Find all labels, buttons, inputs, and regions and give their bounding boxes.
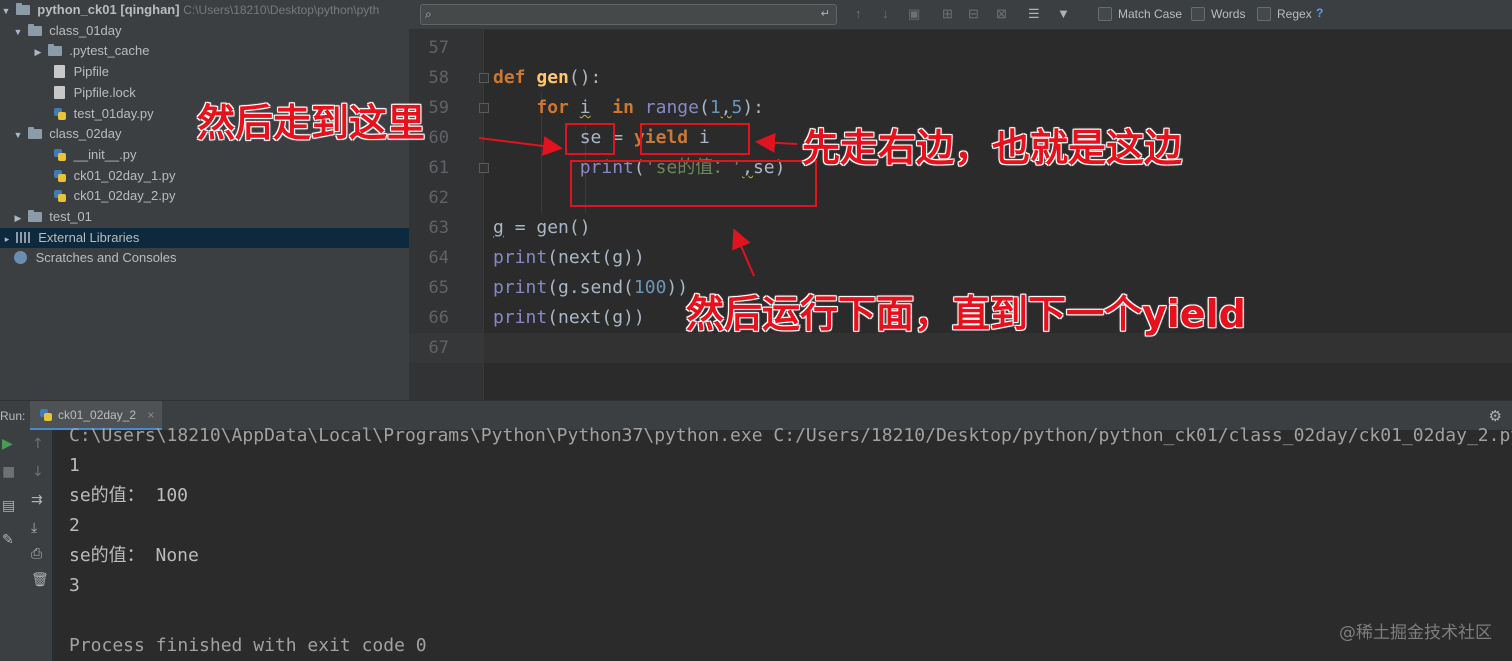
layout-icon[interactable]: ▤ [2, 498, 15, 514]
rerun-icon[interactable]: ▶ [2, 436, 13, 452]
pin-icon[interactable]: ✎ [2, 532, 14, 548]
regex-checkbox[interactable] [1257, 7, 1271, 21]
chevron-down-icon[interactable]: ▼ [0, 1, 12, 21]
python-file-icon [54, 149, 66, 161]
code-editor[interactable]: 57 58 59 60 61 62 63 64 65 66 67 def gen… [409, 30, 1512, 400]
tree-item-label: test_01day.py [73, 106, 154, 121]
tree-item-external-libraries[interactable]: ▸ External Libraries [0, 228, 409, 248]
arrow-up-icon[interactable]: ↑ [32, 436, 44, 452]
trash-icon[interactable]: 🗑 [31, 572, 49, 588]
tree-item-label: test_01 [49, 209, 92, 224]
chevron-down-icon[interactable]: ▼ [12, 125, 24, 145]
annotation-run-below: 然后运行下面，直到下一个yield [686, 292, 1246, 336]
annotation-right-first: 先走右边，也就是这边 [802, 126, 1183, 170]
tree-item-label: Pipfile.lock [73, 85, 136, 100]
tree-root-path: C:\Users\18210\Desktop\python\pyth [183, 3, 380, 17]
tree-item-label: .pytest_cache [69, 43, 150, 58]
chevron-right-icon[interactable]: ▶ [12, 208, 24, 228]
chevron-right-icon[interactable]: ▸ [2, 229, 12, 249]
console-line: se的值： None [69, 545, 199, 566]
console-line: se的值： 100 [69, 485, 189, 506]
select-all-occurrences-icon[interactable]: ⊠ [996, 6, 1007, 22]
add-occurrence-icon[interactable]: ⊞ [942, 6, 953, 22]
python-file-icon [54, 108, 66, 120]
stop-icon[interactable]: ■ [2, 464, 15, 480]
tree-item-label: Scratches and Consoles [35, 250, 177, 265]
print-icon[interactable]: ⎙ [31, 546, 42, 562]
annotation-go-here: 然后走到这里 [197, 101, 426, 145]
run-side-toolbar: ▶ ↑ ■ ↓ ⇉ ▤ ⤓ ✎ ⎙ 🗑 [0, 430, 52, 661]
soft-wrap-icon[interactable]: ⇉ [31, 492, 43, 508]
console-line: 1 [69, 455, 80, 476]
project-panel: ▼ python_ck01 [qinghan] C:\Users\18210\D… [0, 0, 409, 400]
tree-item-label: __init__.py [73, 147, 137, 162]
words-checkbox[interactable] [1191, 7, 1205, 21]
folder-icon [27, 210, 42, 222]
console-line: 3 [69, 575, 80, 596]
find-bar: ⌕ ↵ ↑ ↓ ▣ ⊞ ⊟ ⊠ ☰ ▼ Match Case Words Reg… [409, 0, 1512, 30]
enter-icon: ↵ [820, 8, 830, 20]
run-tab-label: ck01_02day_2 [58, 408, 137, 422]
run-console[interactable]: C:\Users\18210\AppData\Local\Programs\Py… [52, 425, 1512, 661]
scroll-to-end-icon[interactable]: ⤓ [31, 520, 37, 536]
regex-help-link[interactable]: ? [1316, 6, 1323, 20]
tree-item-init-py[interactable]: __init__.py [0, 145, 409, 165]
close-icon[interactable]: × [147, 408, 154, 422]
arrow-to-yield [755, 132, 798, 153]
remove-occurrence-icon[interactable]: ⊟ [968, 6, 979, 22]
chevron-down-icon[interactable]: ▼ [12, 22, 24, 42]
words-label: Words [1211, 7, 1246, 21]
tree-root[interactable]: ▼ python_ck01 [qinghan] C:\Users\18210\D… [0, 0, 409, 20]
filter-icon[interactable]: ▼ [1057, 6, 1070, 21]
console-line: 2 [69, 515, 80, 536]
tree-item-label: class_02day [49, 126, 122, 141]
regex-label: Regex [1277, 7, 1312, 21]
tree-item-label: Pipfile [73, 64, 110, 79]
tree-item-label: External Libraries [38, 230, 140, 245]
python-file-icon [54, 190, 66, 202]
scratches-icon [14, 251, 27, 264]
search-icon[interactable]: ⌕ [425, 7, 432, 22]
python-file-icon [40, 409, 52, 421]
tree-item-pipfile[interactable]: Pipfile [0, 62, 409, 82]
console-line: Process finished with exit code 0 [69, 635, 427, 656]
tree-item-label: ck01_02day_1.py [73, 168, 176, 183]
tree-item-class-01day[interactable]: ▼ class_01day [0, 21, 409, 41]
folder-icon [15, 3, 30, 15]
tree-root-module: [qinghan] [120, 2, 180, 17]
arrow-down-icon[interactable]: ↓ [882, 6, 889, 21]
tree-item-ck01-02day-1[interactable]: ck01_02day_1.py [0, 166, 409, 186]
tree-item-ck01-02day-2[interactable]: ck01_02day_2.py [0, 186, 409, 206]
find-input[interactable]: ⌕ ↵ [420, 4, 837, 25]
arrow-to-se [478, 136, 563, 156]
folder-icon [27, 24, 42, 36]
arrow-to-print [732, 228, 755, 277]
library-icon [15, 232, 30, 243]
tree-item-scratches[interactable]: Scratches and Consoles [0, 248, 409, 268]
tree-item-pytest-cache[interactable]: ▶ .pytest_cache [0, 41, 409, 61]
python-file-icon [54, 170, 66, 182]
chevron-right-icon[interactable]: ▶ [32, 42, 44, 62]
arrow-up-icon[interactable]: ↑ [855, 6, 862, 21]
arrow-down-icon[interactable]: ↓ [32, 464, 44, 480]
watermark: @稀土掘金技术社区 [1339, 623, 1492, 643]
filter-options-icon[interactable]: ☰ [1028, 6, 1040, 22]
select-all-icon[interactable]: ▣ [908, 6, 920, 22]
match-case-checkbox[interactable] [1098, 7, 1112, 21]
annotation-arrows [478, 132, 798, 277]
file-icon [54, 86, 65, 99]
folder-icon [27, 127, 42, 139]
tree-root-name: python_ck01 [37, 2, 117, 17]
match-case-label: Match Case [1118, 7, 1183, 21]
file-icon [54, 65, 65, 78]
tree-item-label: ck01_02day_2.py [73, 188, 176, 203]
folder-icon [47, 44, 62, 56]
tree-item-label: class_01day [49, 23, 122, 38]
tree-item-test-01[interactable]: ▶ test_01 [0, 207, 409, 227]
console-line: C:\Users\18210\AppData\Local\Programs\Py… [69, 425, 1512, 446]
run-label: Run: [0, 409, 26, 423]
